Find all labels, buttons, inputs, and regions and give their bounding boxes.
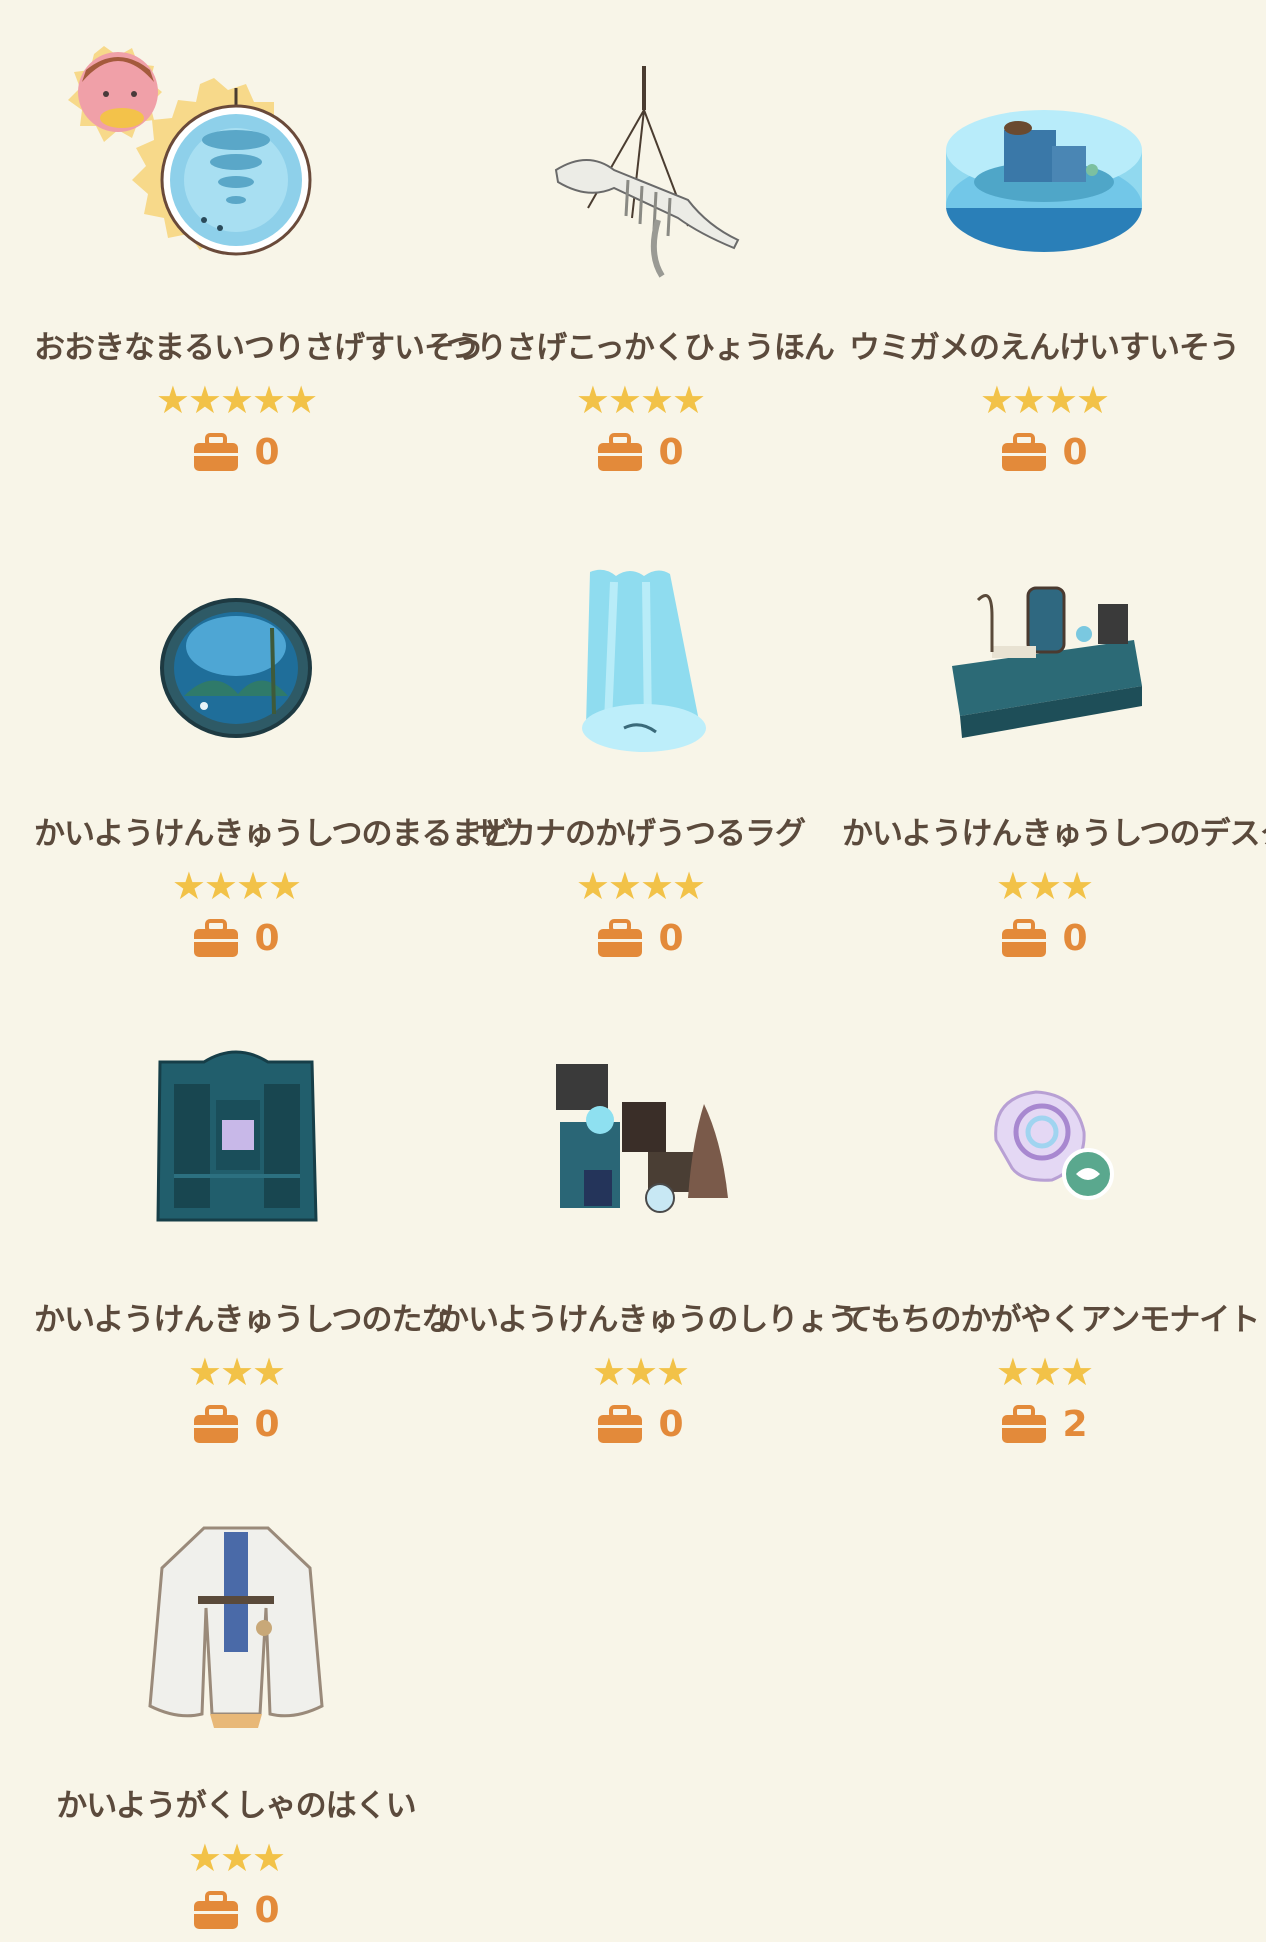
item-card[interactable]: おおきなまるいつりさげすいそう ★★★★★ 0 <box>34 30 485 473</box>
owned-count-row: 0 <box>34 430 438 476</box>
item-card[interactable]: かいようがくしゃのはくい ★★★ 0 <box>34 1488 438 1931</box>
owned-count: 2 <box>1062 1404 1088 1445</box>
owned-count: 0 <box>254 918 280 959</box>
avatar <box>78 52 158 132</box>
item-card[interactable]: かいようけんきゅうしつのまるまど ★★★★ 0 <box>34 516 513 959</box>
owned-count: 0 <box>254 432 280 473</box>
rarity-stars: ★★★ <box>995 864 1094 908</box>
owned-count: 0 <box>658 918 684 959</box>
owned-count: 0 <box>254 1890 280 1931</box>
rarity-stars: ★★★ <box>995 1350 1094 1394</box>
bag-icon <box>194 919 239 957</box>
owned-count-row: 0 <box>438 916 842 962</box>
rarity-stars: ★★★★★ <box>155 378 318 422</box>
fish-shadow-rug-icon <box>438 516 842 806</box>
item-name: ウミガメのえんけいすいそう <box>849 330 1240 366</box>
rarity-stars: ★★★ <box>591 1350 690 1394</box>
bag-icon <box>194 433 239 471</box>
bag-icon <box>1002 919 1047 957</box>
rarity-stars: ★★★★ <box>979 378 1110 422</box>
owned-count-row: 0 <box>438 430 842 476</box>
hanging-skeleton-specimen-icon <box>438 30 842 320</box>
bag-icon <box>194 1891 239 1929</box>
shining-ammonite-icon <box>842 1002 1246 1292</box>
owned-count-row: 0 <box>438 1402 842 1448</box>
lab-shelf-icon <box>34 1002 438 1292</box>
owned-count: 0 <box>658 1404 684 1445</box>
owned-count: 0 <box>658 432 684 473</box>
owned-count-row: 0 <box>34 916 438 962</box>
rarity-stars: ★★★★ <box>171 864 302 908</box>
owned-count-row: 0 <box>842 916 1246 962</box>
bag-icon <box>1002 1405 1047 1443</box>
item-card[interactable]: つりさげこっかくひょうほん ★★★★ 0 <box>438 30 842 473</box>
item-name: かいようけんきゅうしつのまるまど <box>34 816 513 852</box>
owned-count-row: 0 <box>34 1888 438 1934</box>
lab-desk-icon <box>842 516 1246 806</box>
item-name: かいようけんきゅうのしりょう <box>438 1302 858 1338</box>
rarity-stars: ★★★★ <box>575 378 706 422</box>
bag-icon <box>1002 433 1047 471</box>
lab-coat-icon <box>34 1488 438 1778</box>
rarity-stars: ★★★ <box>187 1350 286 1394</box>
item-grid: おおきなまるいつりさげすいそう ★★★★★ 0 つりさげこっかくひょうほん ★★… <box>0 0 1266 1942</box>
item-card[interactable]: かいようけんきゅうしつのデスク ★★★ 0 <box>842 516 1266 959</box>
hanging-round-aquarium-icon <box>34 30 438 320</box>
owned-count-row: 0 <box>34 1402 438 1448</box>
item-card[interactable]: かいようけんきゅうしつのたな ★★★ 0 <box>34 1002 453 1445</box>
bag-icon <box>598 919 643 957</box>
item-name: つりさげこっかくひょうほん <box>446 330 835 366</box>
owned-count: 0 <box>1062 432 1088 473</box>
round-window-icon <box>34 516 438 806</box>
owned-count-row: 2 <box>842 1402 1246 1448</box>
item-card[interactable]: てもちのかがやくアンモナイト ★★★ 2 <box>842 1002 1260 1445</box>
owned-count-row: 0 <box>842 430 1246 476</box>
item-name: かいようけんきゅうしつのたな <box>34 1302 453 1338</box>
item-name: おおきなまるいつりさげすいそう <box>34 330 485 366</box>
rarity-stars: ★★★ <box>187 1836 286 1880</box>
owned-count: 0 <box>1062 918 1088 959</box>
research-materials-icon <box>438 1002 842 1292</box>
item-card[interactable]: サカナのかげうつるラグ ★★★★ 0 <box>438 516 842 959</box>
item-card[interactable]: ウミガメのえんけいすいそう ★★★★ 0 <box>842 30 1246 473</box>
rarity-stars: ★★★★ <box>575 864 706 908</box>
item-name: てもちのかがやくアンモナイト <box>842 1302 1260 1338</box>
owned-count: 0 <box>254 1404 280 1445</box>
item-name: サカナのかげうつるラグ <box>475 816 806 852</box>
sea-turtle-round-tank-icon <box>842 30 1246 320</box>
bag-icon <box>194 1405 239 1443</box>
bag-icon <box>598 433 643 471</box>
bag-icon <box>598 1405 643 1443</box>
item-card[interactable]: かいようけんきゅうのしりょう ★★★ 0 <box>438 1002 858 1445</box>
item-name: かいようがくしゃのはくい <box>56 1788 416 1824</box>
item-name: かいようけんきゅうしつのデスク <box>842 816 1266 852</box>
